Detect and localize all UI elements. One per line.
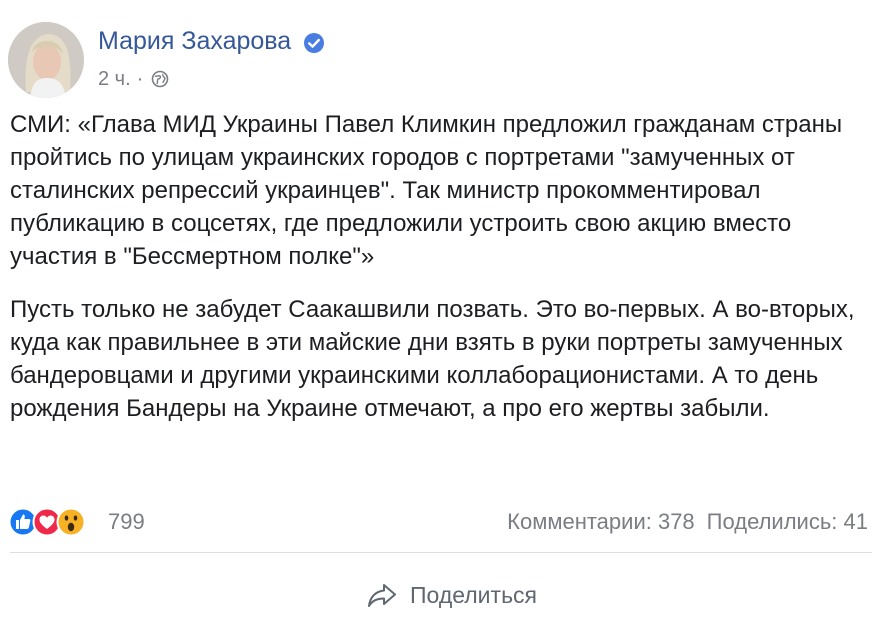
post-paragraph-1: СМИ: «Глава МИД Украины Павел Климкин пр… xyxy=(10,111,843,270)
meta-separator: · xyxy=(136,67,144,90)
reactions-summary[interactable]: 799 xyxy=(8,507,145,537)
shares-count-link[interactable]: Поделились: 41 xyxy=(707,509,868,535)
verified-badge-icon xyxy=(304,33,324,53)
share-arrow-icon xyxy=(368,584,396,607)
reaction-icons xyxy=(8,507,98,537)
wow-icon xyxy=(56,507,86,537)
reaction-count: 799 xyxy=(108,509,145,534)
share-button[interactable]: Поделиться xyxy=(366,575,537,615)
share-label: Поделиться xyxy=(410,581,538,608)
post-stats: Комментарии: 378 Поделились: 41 xyxy=(507,507,868,537)
divider xyxy=(10,552,872,553)
avatar[interactable] xyxy=(8,22,84,98)
post-paragraph-2: Пусть только не забудет Саакашвили позва… xyxy=(10,296,855,422)
avatar-image xyxy=(8,22,84,98)
post-timestamp[interactable]: 2 ч. xyxy=(98,68,131,91)
facebook-post: Мария Захарова 2 ч. · СМИ: «Глава МИД Ук… xyxy=(0,0,882,628)
author-name[interactable]: Мария Захарова xyxy=(98,27,291,56)
globe-icon[interactable] xyxy=(151,70,169,88)
post-meta: 2 ч. · xyxy=(98,66,169,92)
comments-count-link[interactable]: Комментарии: 378 xyxy=(507,509,695,535)
